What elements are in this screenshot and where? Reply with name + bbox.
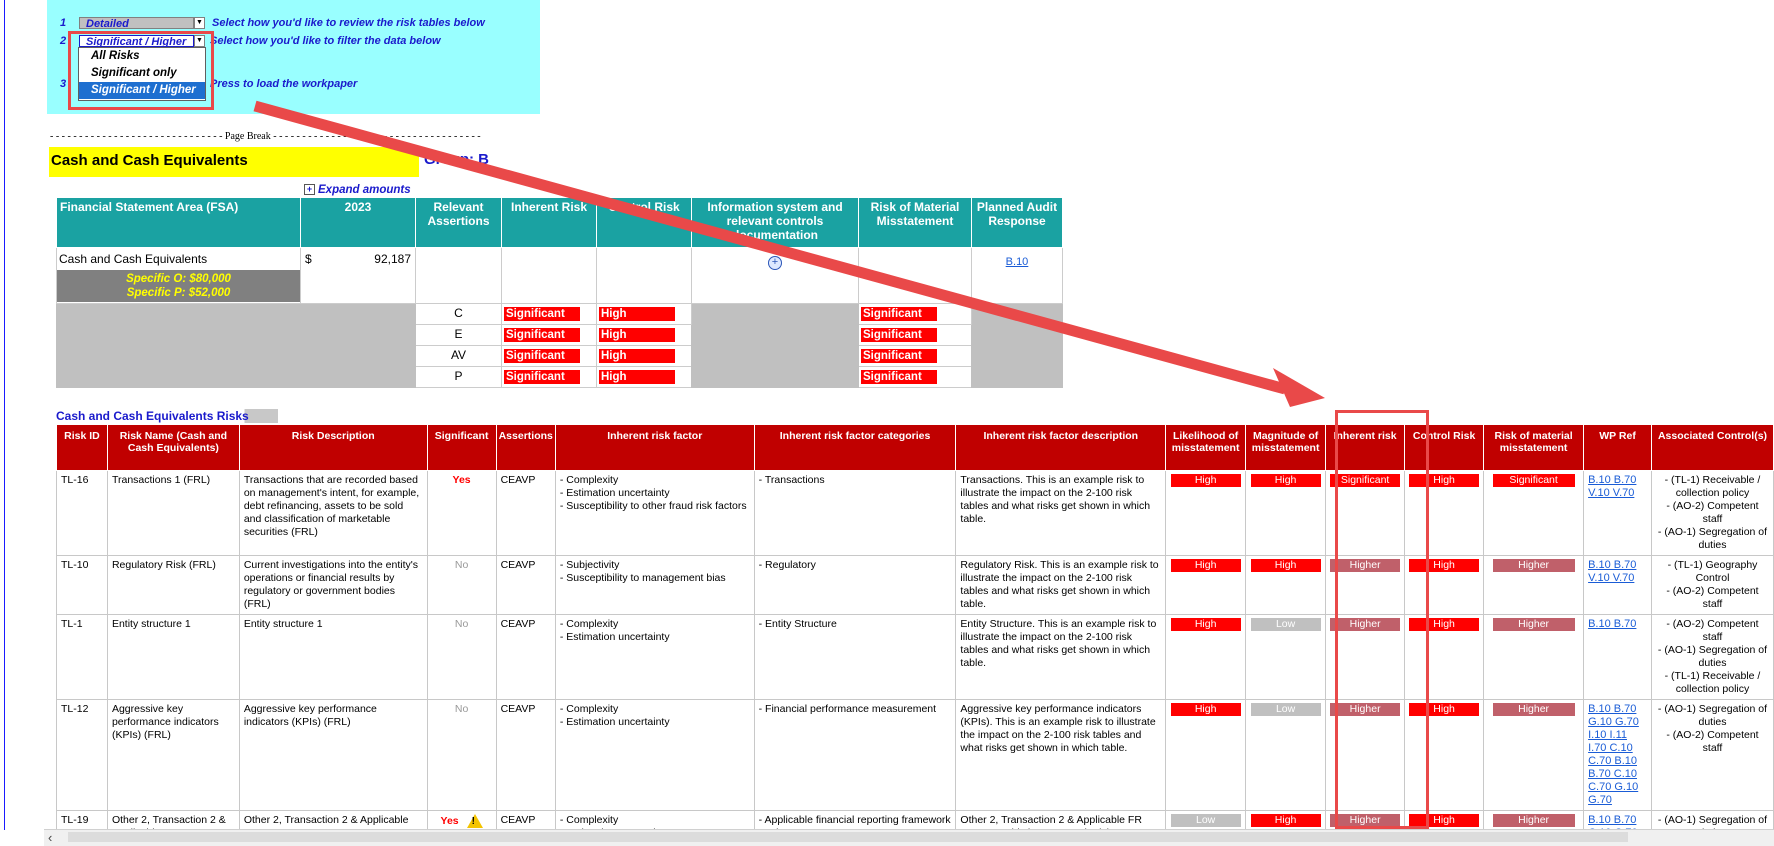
arrow-shaft (253, 100, 1287, 395)
scroll-left-icon[interactable]: ‹ (48, 830, 52, 845)
annotation-arrow (253, 100, 1325, 407)
scrollbar-thumb[interactable] (68, 832, 1628, 842)
